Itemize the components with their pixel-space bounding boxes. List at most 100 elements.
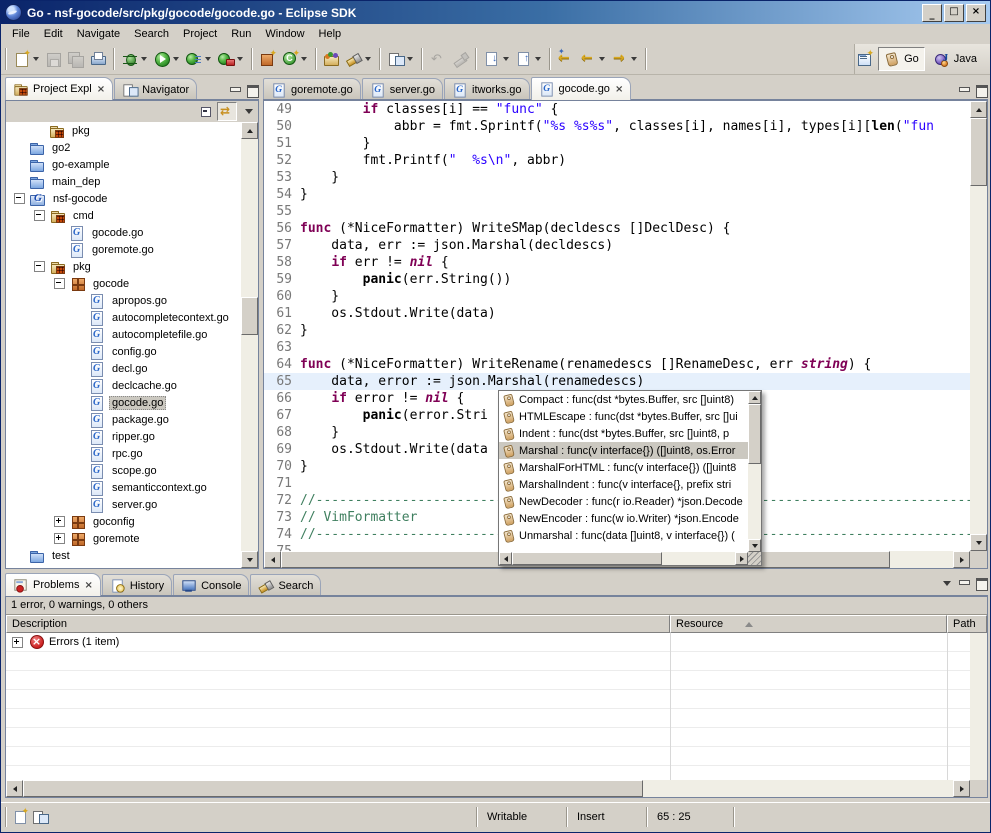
dropdown-arrow-icon[interactable] <box>33 57 39 64</box>
menu-project[interactable]: Project <box>176 26 224 42</box>
completion-item[interactable]: Indent : func(dst *bytes.Buffer, src []u… <box>499 425 748 442</box>
dropdown-arrow-icon[interactable] <box>237 57 243 64</box>
close-window-button[interactable]: × <box>966 4 986 22</box>
dropdown-arrow-icon[interactable] <box>407 57 413 64</box>
fast-view-button[interactable] <box>12 808 30 825</box>
tree-item-rpc-go[interactable]: rpc.go <box>6 445 241 462</box>
menu-search[interactable]: Search <box>127 26 176 42</box>
popup-resize-grip[interactable] <box>748 552 761 565</box>
column-path[interactable]: Path <box>947 615 987 633</box>
menu-file[interactable]: File <box>5 26 37 42</box>
collapse-all-button[interactable] <box>198 103 216 120</box>
editor-tab-itworks-go[interactable]: itworks.go <box>444 78 530 100</box>
errors-group-row[interactable]: Errors (1 item) <box>6 633 987 652</box>
maximize-problems-icon[interactable] <box>975 578 988 589</box>
tree-item-server-go[interactable]: server.go <box>6 496 241 513</box>
completion-item[interactable]: Unmarshal : func(data []uint8, v interfa… <box>499 527 748 544</box>
external-tools-button[interactable] <box>215 46 247 72</box>
explorer-vertical-scrollbar[interactable] <box>241 122 258 568</box>
menu-navigate[interactable]: Navigate <box>70 26 127 42</box>
popup-horizontal-scrollbar[interactable] <box>499 552 748 565</box>
column-description[interactable]: Description <box>6 615 670 633</box>
collapse-icon[interactable] <box>14 193 25 204</box>
editor-tab-gocode-go[interactable]: gocode.go× <box>531 77 632 100</box>
editor-tab-goremote-go[interactable]: goremote.go <box>263 78 361 100</box>
dropdown-arrow-icon[interactable] <box>173 57 179 64</box>
maximize-view-icon[interactable] <box>246 85 259 96</box>
explorer-tab-navigator[interactable]: Navigator <box>114 78 197 100</box>
close-tab-icon[interactable]: × <box>97 84 105 95</box>
menu-run[interactable]: Run <box>224 26 258 42</box>
tree-item-goremote[interactable]: goremote <box>6 530 241 547</box>
problems-horizontal-scrollbar[interactable] <box>6 780 970 797</box>
dropdown-arrow-icon[interactable] <box>141 57 147 64</box>
problems-view-menu-button[interactable] <box>936 575 954 592</box>
tree-item-scope-go[interactable]: scope.go <box>6 462 241 479</box>
dropdown-arrow-icon[interactable] <box>365 57 371 64</box>
completion-item[interactable]: Marshal : func(v interface{}) ([]uint8, … <box>499 442 748 459</box>
link-with-editor-button[interactable] <box>217 102 237 121</box>
minimize-view-icon[interactable] <box>229 85 242 96</box>
print-button[interactable] <box>87 46 109 72</box>
close-tab-icon[interactable]: × <box>84 580 92 591</box>
open-type-button[interactable] <box>321 46 343 72</box>
explorer-tab-project-expl[interactable]: Project Expl× <box>5 77 113 100</box>
problems-tab-console[interactable]: Console <box>173 574 249 596</box>
tree-item-semanticcontext-go[interactable]: semanticcontext.go <box>6 479 241 496</box>
minimize-problems-icon[interactable] <box>958 578 971 589</box>
tree-item-apropos-go[interactable]: apropos.go <box>6 292 241 309</box>
expand-icon[interactable] <box>12 637 23 648</box>
dropdown-arrow-icon[interactable] <box>503 57 509 64</box>
run-button[interactable] <box>151 46 183 72</box>
last-edit-location-button[interactable] <box>555 46 577 72</box>
tree-item-config-go[interactable]: config.go <box>6 343 241 360</box>
back-button[interactable] <box>577 46 609 72</box>
tree-item-gocode-go[interactable]: gocode.go <box>6 224 241 241</box>
new-package-button[interactable] <box>257 46 279 72</box>
maximize-window-button[interactable]: □ <box>944 4 964 22</box>
forward-button[interactable] <box>609 46 641 72</box>
completion-item[interactable]: MarshalForHTML : func(v interface{}) ([]… <box>499 459 748 476</box>
tree-item-pkg[interactable]: pkg <box>6 122 241 139</box>
tree-item-declcache-go[interactable]: declcache.go <box>6 377 241 394</box>
tree-item-decl-go[interactable]: decl.go <box>6 360 241 377</box>
menu-help[interactable]: Help <box>312 26 349 42</box>
dropdown-arrow-icon[interactable] <box>301 57 307 64</box>
tree-item-go-example[interactable]: go-example <box>6 156 241 173</box>
completion-item[interactable]: HTMLEscape : func(dst *bytes.Buffer, src… <box>499 408 748 425</box>
dropdown-arrow-icon[interactable] <box>631 57 637 64</box>
problems-tab-history[interactable]: History <box>102 574 172 596</box>
explorer-view-menu-button[interactable] <box>238 103 256 120</box>
problems-vertical-scrollbar[interactable] <box>970 633 987 780</box>
open-perspective-button[interactable] <box>856 50 874 67</box>
minimize-editor-icon[interactable] <box>958 85 971 96</box>
collapse-icon[interactable] <box>34 261 45 272</box>
column-resource[interactable]: Resource <box>670 615 947 633</box>
tree-item-autocompletefile-go[interactable]: autocompletefile.go <box>6 326 241 343</box>
next-annotation-button[interactable] <box>481 46 513 72</box>
completion-item[interactable]: NewEncoder : func(w io.Writer) *json.Enc… <box>499 510 748 527</box>
run-configurations-button[interactable] <box>183 46 215 72</box>
tree-item-nsf-gocode[interactable]: nsf-gocode <box>6 190 241 207</box>
expand-icon[interactable] <box>54 516 65 527</box>
dropdown-arrow-icon[interactable] <box>535 57 541 64</box>
tree-item-goconfig[interactable]: goconfig <box>6 513 241 530</box>
previous-annotation-button[interactable] <box>513 46 545 72</box>
new-button[interactable] <box>11 46 43 72</box>
completion-item[interactable]: MarshalIndent : func(v interface{}, pref… <box>499 476 748 493</box>
perspective-go[interactable]: Go <box>878 47 925 71</box>
tree-item-gocode-go[interactable]: gocode.go <box>6 394 241 411</box>
new-class-button[interactable] <box>279 46 311 72</box>
editor-tab-server-go[interactable]: server.go <box>362 78 443 100</box>
popup-vertical-scrollbar[interactable] <box>748 391 761 552</box>
search-button[interactable] <box>343 46 375 72</box>
toggle-editor-part-button[interactable] <box>385 46 417 72</box>
perspective-java[interactable]: Java <box>929 48 982 70</box>
tree-item-goremote-go[interactable]: goremote.go <box>6 241 241 258</box>
maximize-editor-icon[interactable] <box>975 85 988 96</box>
minimize-window-button[interactable]: _ <box>922 4 942 22</box>
collapse-icon[interactable] <box>34 210 45 221</box>
tree-item-autocompletecontext-go[interactable]: autocompletecontext.go <box>6 309 241 326</box>
completion-item[interactable]: Compact : func(dst *bytes.Buffer, src []… <box>499 391 748 408</box>
collapse-icon[interactable] <box>54 278 65 289</box>
